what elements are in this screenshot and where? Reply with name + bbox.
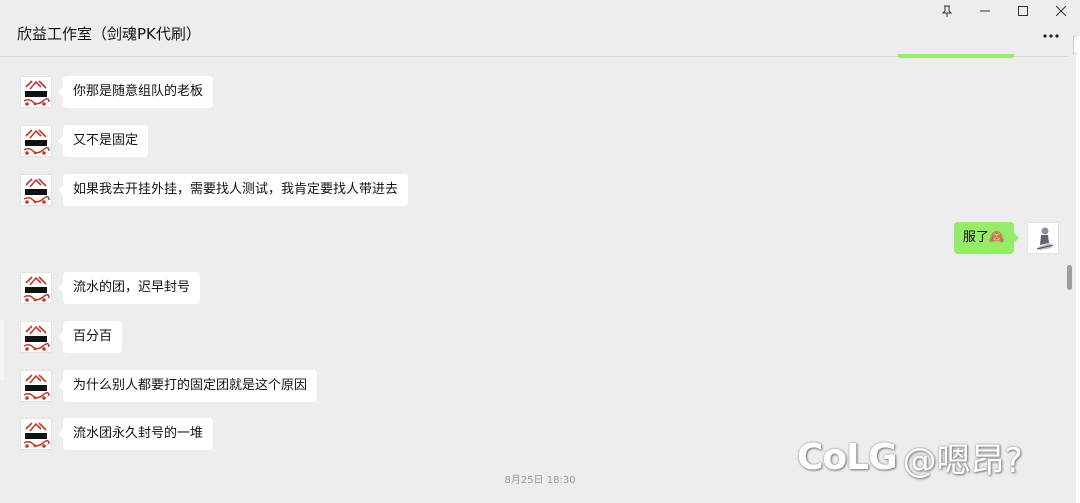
scrollbar-thumb[interactable]: [1067, 265, 1072, 290]
studio-logo-avatar-icon: [21, 419, 51, 449]
watermark-handle: @嗯昂?: [902, 440, 1023, 481]
adjacent-panel-tab: [1073, 36, 1077, 54]
studio-logo-avatar-icon: [21, 371, 51, 401]
minimize-button[interactable]: [966, 0, 1004, 22]
character-avatar-icon: [1028, 223, 1058, 253]
studio-logo-avatar-icon: [21, 273, 51, 303]
pin-button[interactable]: [928, 0, 966, 22]
studio-logo-avatar-icon: [21, 322, 51, 352]
message-bubble[interactable]: 流水团永久封号的一堆: [57, 418, 214, 450]
self-avatar[interactable]: [1027, 222, 1059, 254]
chat-title: 欣益工作室（剑魂PK代刷）: [17, 25, 201, 43]
minimize-icon: [980, 10, 990, 12]
avatar[interactable]: [20, 418, 52, 450]
maximize-icon: [1018, 6, 1028, 16]
more-icon: [1043, 34, 1059, 38]
more-options-button[interactable]: [1040, 28, 1062, 44]
message-bubble[interactable]: 为什么别人都要打的固定团就是这个原因: [57, 370, 318, 402]
avatar[interactable]: [20, 174, 52, 206]
chat-header: 欣益工作室（剑魂PK代刷）: [0, 0, 1068, 57]
pin-icon: [942, 5, 952, 17]
adjacent-panel-edge: [1076, 36, 1080, 503]
avatar[interactable]: [20, 321, 52, 353]
watermark: CoLG @嗯昂?: [797, 432, 1023, 482]
message-bubble[interactable]: 如果我去开挂外挂，需要找人测试，我肯定要找人带进去: [57, 174, 409, 206]
watermark-logo: CoLG: [797, 436, 898, 478]
message-bubble[interactable]: 百分百: [57, 321, 123, 353]
left-panel-edge: [0, 320, 4, 380]
close-icon: [1056, 6, 1066, 16]
message-bubble[interactable]: 又不是固定: [57, 125, 149, 157]
studio-logo-avatar-icon: [21, 126, 51, 156]
maximize-button[interactable]: [1004, 0, 1042, 22]
close-button[interactable]: [1042, 0, 1080, 22]
avatar[interactable]: [20, 76, 52, 108]
message-bubble[interactable]: 你那是随意组队的老板: [57, 76, 214, 108]
self-message-bubble[interactable]: 服了🙈: [953, 222, 1020, 254]
previous-self-bubble: [898, 54, 1014, 58]
avatar[interactable]: [20, 125, 52, 157]
studio-logo-avatar-icon: [21, 77, 51, 107]
studio-logo-avatar-icon: [21, 175, 51, 205]
window-controls: [928, 0, 1080, 22]
message-bubble[interactable]: 流水的团，迟早封号: [57, 272, 201, 304]
avatar[interactable]: [20, 370, 52, 402]
avatar[interactable]: [20, 272, 52, 304]
